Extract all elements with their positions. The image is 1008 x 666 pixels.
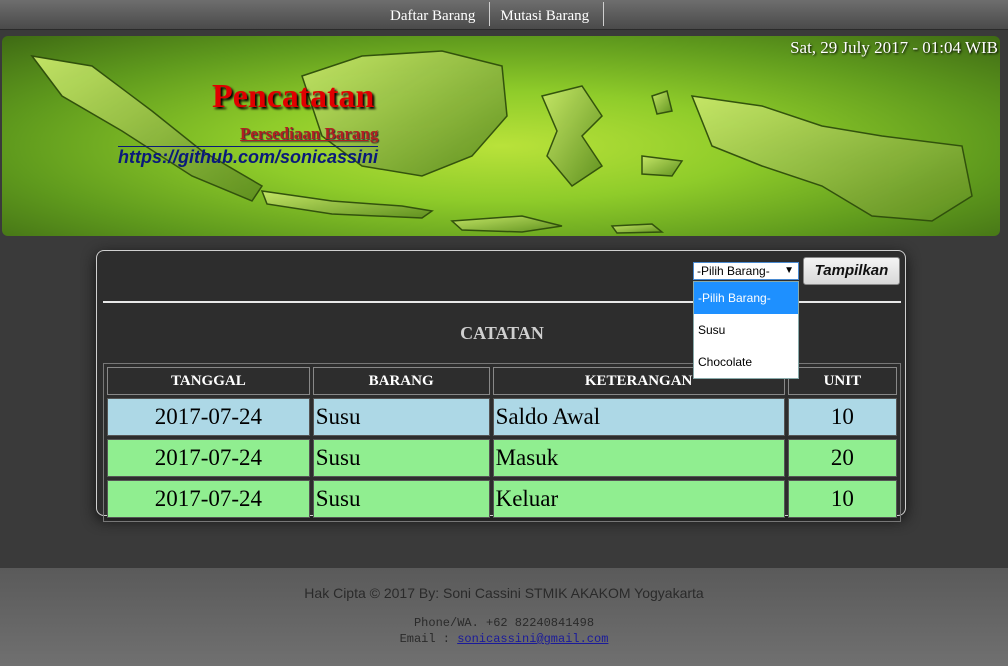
cell-keterangan: Masuk <box>492 439 785 477</box>
table-row: 2017-07-24 Susu Keluar 10 <box>107 480 897 518</box>
nav-daftar-barang[interactable]: Daftar Barang <box>380 2 491 26</box>
indonesia-map-image <box>30 50 973 234</box>
header-banner: Sat, 29 July 2017 - 01:04 WIB Pencatatan… <box>2 36 1000 236</box>
cell-tanggal: 2017-07-24 <box>107 480 310 518</box>
phone-text: Phone/WA. +62 82240841498 <box>413 616 595 630</box>
current-datetime: Sat, 29 July 2017 - 01:04 WIB <box>790 38 998 57</box>
table-row: 2017-07-24 Susu Masuk 20 <box>107 439 897 477</box>
cell-keterangan: Saldo Awal <box>492 398 785 436</box>
item-select-dropdown: -Pilih Barang- Susu Chocolate <box>693 281 799 379</box>
app-title: Pencatatan <box>212 78 375 115</box>
footer: Hak Cipta © 2017 By: Soni Cassini STMIK … <box>0 568 1008 666</box>
option-chocolate[interactable]: Chocolate <box>694 346 798 378</box>
cell-tanggal: 2017-07-24 <box>107 398 310 436</box>
option-susu[interactable]: Susu <box>694 314 798 346</box>
cell-barang: Susu <box>312 439 490 477</box>
cell-unit: 10 <box>787 480 897 518</box>
cell-barang: Susu <box>312 480 490 518</box>
chevron-down-icon: ▼ <box>784 265 794 276</box>
email-link[interactable]: sonicassini@gmail.com <box>457 632 608 646</box>
app-subtitle: Persediaan Barang <box>240 124 379 143</box>
header-tanggal: TANGGAL <box>107 367 310 395</box>
top-navigation: Daftar Barang Mutasi Barang <box>0 0 1008 30</box>
copyright-text: Hak Cipta © 2017 By: Soni Cassini STMIK … <box>304 585 704 601</box>
cell-unit: 20 <box>787 439 897 477</box>
github-link[interactable]: https://github.com/sonicassini <box>118 146 379 168</box>
item-select[interactable]: -Pilih Barang- ▼ <box>693 262 799 280</box>
option-pilih-barang[interactable]: -Pilih Barang- <box>694 282 798 314</box>
nav-mutasi-barang[interactable]: Mutasi Barang <box>490 2 605 26</box>
nav-menu: Daftar Barang Mutasi Barang <box>380 0 605 30</box>
cell-unit: 10 <box>787 398 897 436</box>
cell-tanggal: 2017-07-24 <box>107 439 310 477</box>
cell-keterangan: Keluar <box>492 480 785 518</box>
email-label: Email : <box>399 632 458 646</box>
records-panel: -Pilih Barang- ▼ Tampilkan -Pilih Barang… <box>96 250 906 522</box>
item-select-value: -Pilih Barang- <box>697 264 770 278</box>
records-table: TANGGAL BARANG KETERANGAN UNIT 2017-07-2… <box>103 363 901 522</box>
cell-barang: Susu <box>312 398 490 436</box>
table-row: 2017-07-24 Susu Saldo Awal 10 <box>107 398 897 436</box>
header-barang: BARANG <box>312 367 490 395</box>
email-line: Email : sonicassini@gmail.com <box>0 632 1008 646</box>
show-button[interactable]: Tampilkan <box>803 257 900 285</box>
header-unit: UNIT <box>787 367 897 395</box>
